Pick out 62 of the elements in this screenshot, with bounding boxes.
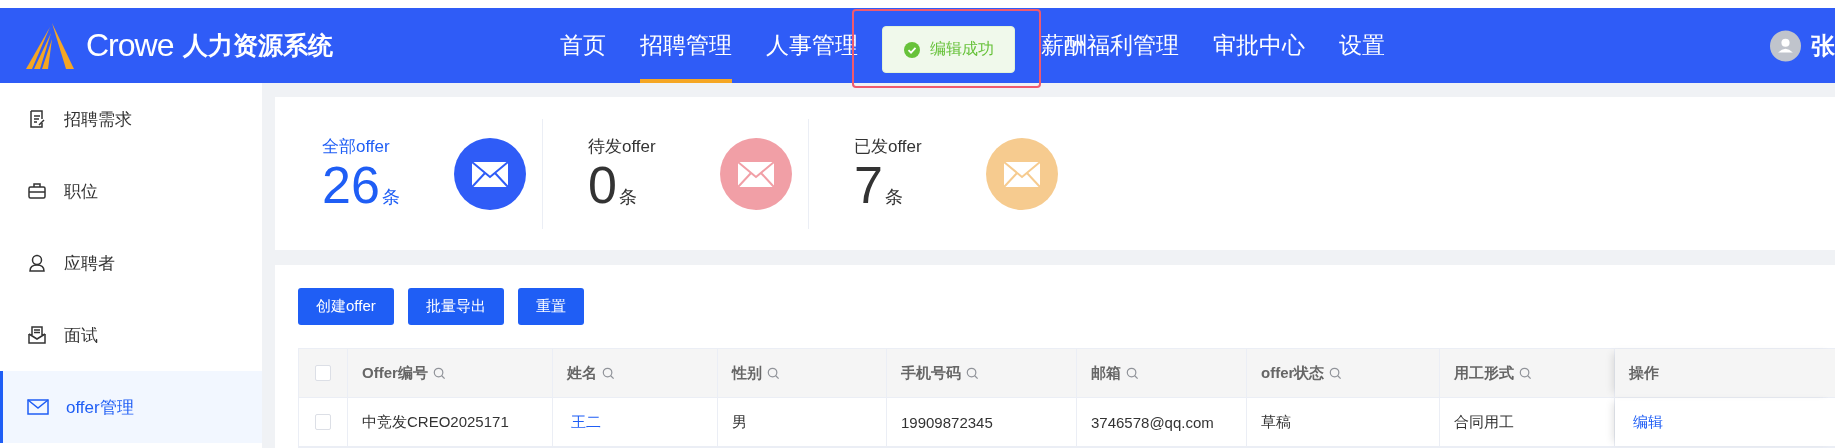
briefcase-icon bbox=[27, 181, 47, 201]
sidebar-label: 面试 bbox=[64, 324, 98, 347]
action-button[interactable]: 创建offer bbox=[298, 288, 394, 325]
sidebar-item[interactable]: offer管理 bbox=[0, 371, 262, 443]
sidebar-item[interactable]: 招聘需求 bbox=[0, 83, 262, 155]
brand-name: Crowe bbox=[86, 27, 174, 64]
column-header: Offer编号 bbox=[362, 363, 428, 383]
sidebar-label: 招聘需求 bbox=[64, 108, 132, 131]
name-link[interactable]: 王二 bbox=[567, 412, 601, 432]
sidebar-label: 职位 bbox=[64, 180, 98, 203]
envelope-icon bbox=[27, 399, 49, 415]
system-name: 人力资源系统 bbox=[183, 30, 334, 61]
table-cell: 19909872345 bbox=[901, 413, 993, 431]
stat-unit: 条 bbox=[618, 185, 637, 209]
row-checkbox[interactable] bbox=[315, 414, 331, 430]
nav-tab[interactable]: 审批中心 bbox=[1213, 8, 1305, 83]
search-icon[interactable] bbox=[966, 366, 979, 380]
search-icon[interactable] bbox=[1329, 366, 1343, 380]
column-header: 邮箱 bbox=[1091, 363, 1121, 383]
person-icon bbox=[27, 253, 47, 273]
table-cell: 男 bbox=[732, 412, 747, 432]
nav-tab[interactable]: 招聘管理 bbox=[640, 8, 732, 83]
user-name[interactable]: 张 bbox=[1811, 29, 1835, 62]
stat-label: 已发offer bbox=[854, 135, 923, 158]
search-icon[interactable] bbox=[432, 366, 446, 380]
document-edit-icon bbox=[27, 109, 47, 129]
stat-label: 全部offer bbox=[322, 135, 391, 158]
column-header: 操作 bbox=[1629, 363, 1659, 383]
search-icon[interactable] bbox=[767, 366, 780, 380]
search-icon[interactable] bbox=[602, 366, 615, 380]
column-header: 用工形式 bbox=[1454, 363, 1514, 383]
stat-unit: 条 bbox=[381, 185, 400, 209]
stat-label: 待发offer bbox=[588, 135, 657, 158]
column-header: 手机号码 bbox=[901, 363, 961, 383]
table-cell: 合同用工 bbox=[1454, 412, 1514, 432]
search-icon[interactable] bbox=[1519, 366, 1532, 380]
nav-tab[interactable]: 薪酬福利管理 bbox=[1041, 8, 1179, 83]
sidebar-item[interactable]: 面试 bbox=[0, 299, 262, 371]
stat-count: 0 bbox=[588, 157, 617, 213]
sidebar-item[interactable]: 应聘者 bbox=[0, 227, 262, 299]
column-header: 姓名 bbox=[567, 363, 597, 383]
nav-tab[interactable]: 设置 bbox=[1339, 8, 1385, 83]
column-header: 性别 bbox=[732, 363, 762, 383]
table-cell: 3746578@qq.com bbox=[1091, 413, 1214, 431]
table-cell: 草稿 bbox=[1261, 412, 1291, 432]
search-icon[interactable] bbox=[1126, 366, 1139, 380]
open-envelope-icon bbox=[27, 325, 47, 345]
column-header: offer状态 bbox=[1261, 363, 1325, 383]
action-button[interactable]: 批量导出 bbox=[407, 288, 504, 325]
sidebar-item[interactable]: 职位 bbox=[0, 155, 262, 227]
sidebar-label: offer管理 bbox=[66, 396, 134, 419]
stat-unit: 条 bbox=[884, 185, 903, 209]
nav-tab[interactable]: 首页 bbox=[560, 8, 606, 83]
stat-count: 26 bbox=[322, 157, 380, 213]
select-all-checkbox[interactable] bbox=[315, 365, 331, 381]
sidebar-label: 应聘者 bbox=[64, 252, 115, 275]
action-button[interactable]: 重置 bbox=[517, 288, 584, 325]
toast-message: 编辑成功 bbox=[929, 39, 994, 59]
table-cell: 中竞发CREO2025171 bbox=[362, 412, 509, 432]
edit-link[interactable]: 编辑 bbox=[1629, 412, 1663, 432]
check-icon bbox=[903, 41, 920, 58]
stat-count: 7 bbox=[854, 157, 883, 213]
